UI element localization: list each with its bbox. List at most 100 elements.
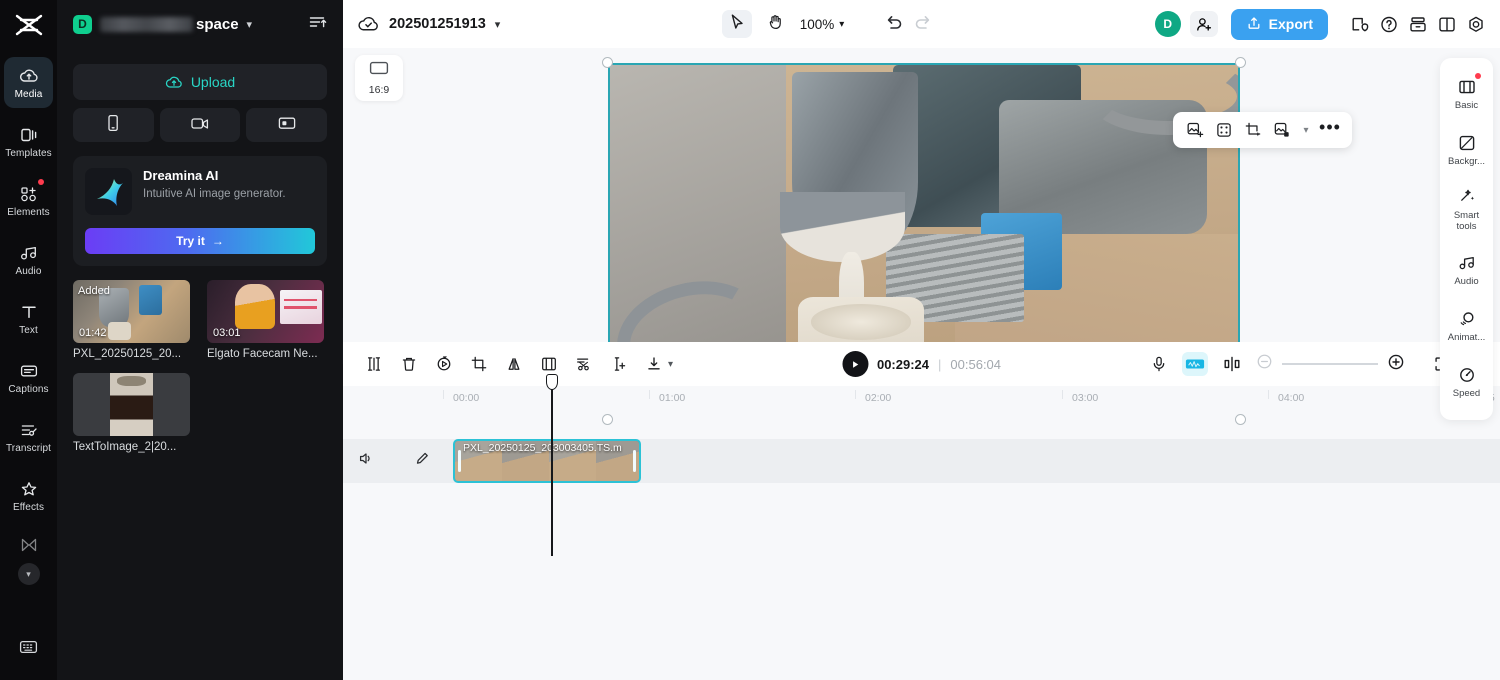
keyboard-shortcuts-icon[interactable] bbox=[19, 639, 38, 660]
playhead-icon[interactable] bbox=[545, 374, 558, 390]
shield-check-icon[interactable] bbox=[1350, 15, 1370, 34]
delete-button[interactable] bbox=[400, 355, 418, 373]
more-menu-button[interactable]: ••• bbox=[1317, 117, 1343, 143]
chevron-down-icon[interactable]: ▾ bbox=[17, 563, 40, 585]
speaker-icon[interactable] bbox=[357, 450, 375, 472]
select-tool-button[interactable] bbox=[721, 10, 752, 38]
split-button[interactable] bbox=[365, 355, 383, 373]
transition-button[interactable] bbox=[1222, 355, 1242, 373]
total-time: 00:56:04 bbox=[950, 356, 1002, 372]
film-strip-icon bbox=[1457, 78, 1477, 96]
transition-icon bbox=[18, 535, 40, 556]
media-item[interactable]: TextToImage_2|20... bbox=[73, 373, 190, 453]
sidebar-item-media[interactable]: Media bbox=[4, 57, 53, 108]
sidebar-item-templates[interactable]: Templates bbox=[4, 116, 53, 167]
zoom-in-button[interactable] bbox=[1387, 353, 1405, 376]
layout-split-icon[interactable] bbox=[1437, 15, 1457, 34]
sidebar-item-audio[interactable]: Audio bbox=[4, 234, 53, 285]
dreamina-promo-card[interactable]: Dreamina AI Intuitive AI image generator… bbox=[73, 156, 327, 266]
freeze-frame-button[interactable] bbox=[540, 355, 558, 373]
download-button[interactable] bbox=[645, 355, 663, 373]
remove-background-button[interactable] bbox=[1269, 117, 1295, 143]
property-tab-label: Speed bbox=[1452, 387, 1481, 399]
track-row[interactable]: PXL_20250125_203003405.TS.m bbox=[343, 439, 1500, 483]
media-duration-badge: 01:42 bbox=[79, 327, 107, 339]
pencil-edit-icon[interactable] bbox=[413, 450, 431, 472]
archive-icon[interactable] bbox=[1408, 15, 1428, 34]
resize-handle-top-left[interactable] bbox=[602, 57, 613, 68]
property-tab-speed[interactable]: Speed bbox=[1440, 354, 1493, 410]
export-button[interactable]: Export bbox=[1230, 8, 1328, 40]
sort-list-icon[interactable] bbox=[308, 14, 327, 35]
zoom-out-button[interactable] bbox=[1256, 353, 1273, 375]
project-name[interactable]: 202501251913 bbox=[389, 16, 486, 32]
sidebar-item-elements[interactable]: Elements bbox=[4, 175, 53, 226]
more-options-chevron[interactable]: ▾ bbox=[1298, 117, 1314, 143]
timeline-clip[interactable]: PXL_20250125_203003405.TS.m bbox=[453, 439, 641, 483]
workspace-avatar[interactable]: D bbox=[73, 14, 92, 34]
undo-arrow-icon[interactable] bbox=[884, 13, 904, 36]
auto-cut-button[interactable] bbox=[575, 355, 593, 373]
redo-arrow-icon[interactable] bbox=[913, 13, 933, 36]
replace-media-button[interactable] bbox=[1182, 117, 1208, 143]
playback-controls: 00:29:24 | 00:56:04 bbox=[841, 351, 1002, 377]
chevron-down-icon[interactable]: ▾ bbox=[495, 18, 501, 31]
media-thumbnail[interactable]: Added 01:42 bbox=[73, 280, 190, 343]
gear-icon[interactable] bbox=[1466, 15, 1486, 34]
property-tab-smart-tools[interactable]: Smart tools bbox=[1440, 178, 1493, 242]
text-t-icon bbox=[18, 301, 40, 322]
property-tab-animation[interactable]: Animat... bbox=[1440, 298, 1493, 354]
media-item[interactable]: 03:01 Elgato Facecam Ne... bbox=[207, 280, 324, 360]
add-person-icon[interactable] bbox=[1189, 11, 1218, 37]
cloud-synced-icon[interactable] bbox=[357, 14, 380, 34]
resize-handle-bottom-right[interactable] bbox=[1235, 414, 1246, 425]
property-tab-audio[interactable]: Audio bbox=[1440, 242, 1493, 298]
sidebar-item-transitions[interactable] bbox=[4, 529, 53, 561]
resize-handle-bottom-left[interactable] bbox=[602, 414, 613, 425]
property-tab-basic[interactable]: Basic bbox=[1440, 66, 1493, 122]
playhead[interactable] bbox=[545, 374, 558, 556]
capcut-logo-icon[interactable] bbox=[14, 14, 44, 41]
keyframe-button[interactable] bbox=[1211, 117, 1237, 143]
timeline-ruler[interactable]: 00:00 01:00 02:00 03:00 04:00 05 bbox=[343, 386, 1500, 412]
sidebar-item-transcript[interactable]: Transcript bbox=[4, 411, 53, 462]
avatar[interactable]: D bbox=[1154, 11, 1181, 37]
sidebar-item-text[interactable]: Text bbox=[4, 293, 53, 344]
media-item[interactable]: Added 01:42 PXL_20250125_20... bbox=[73, 280, 190, 360]
split-right-button[interactable] bbox=[610, 355, 628, 373]
media-thumbnail[interactable]: 03:01 bbox=[207, 280, 324, 343]
zoom-slider-track[interactable] bbox=[1282, 363, 1378, 365]
upload-button[interactable]: Upload bbox=[73, 64, 327, 100]
properties-rail: Basic Backgr... Smart tools Audio Animat… bbox=[1440, 58, 1493, 420]
mirror-button[interactable] bbox=[505, 355, 523, 373]
play-button[interactable] bbox=[841, 351, 868, 377]
record-voiceover-button[interactable] bbox=[1150, 355, 1168, 373]
try-it-button[interactable]: Try it → bbox=[85, 228, 315, 254]
media-thumbnail[interactable] bbox=[73, 373, 190, 436]
sidebar-item-effects[interactable]: Effects bbox=[4, 470, 53, 521]
smart-crop-button[interactable] bbox=[1240, 117, 1266, 143]
crop-button[interactable] bbox=[470, 355, 488, 373]
ruler-tick: 03:00 bbox=[1072, 392, 1099, 404]
download-chevron[interactable]: ▾ bbox=[668, 359, 673, 370]
clip-trim-handle-left[interactable] bbox=[458, 450, 461, 472]
audio-waveform-toggle[interactable] bbox=[1182, 352, 1208, 376]
timeline-zoom-slider[interactable] bbox=[1256, 353, 1405, 376]
upload-from-phone-button[interactable] bbox=[73, 108, 154, 142]
timeline-tracks[interactable]: 00:00 01:00 02:00 03:00 04:00 05 bbox=[343, 374, 1500, 680]
zoom-level-value: 100% bbox=[799, 16, 835, 32]
sidebar-item-captions[interactable]: Captions bbox=[4, 352, 53, 403]
record-screen-button[interactable] bbox=[246, 108, 328, 142]
media-duration-badge: 03:01 bbox=[213, 327, 241, 339]
hand-tool-button[interactable] bbox=[761, 10, 791, 38]
workspace-name-suffix: space bbox=[196, 15, 239, 33]
record-video-button[interactable] bbox=[159, 108, 241, 142]
property-tab-background[interactable]: Backgr... bbox=[1440, 122, 1493, 178]
zoom-level-selector[interactable]: 100% ▾ bbox=[800, 17, 845, 32]
chevron-down-icon[interactable]: ▾ bbox=[247, 18, 253, 31]
help-circle-icon[interactable] bbox=[1379, 15, 1399, 34]
reverse-button[interactable] bbox=[435, 355, 453, 373]
property-tab-label: Smart tools bbox=[1453, 210, 1480, 232]
aspect-ratio-button[interactable]: 16:9 bbox=[355, 55, 403, 101]
resize-handle-top-right[interactable] bbox=[1235, 57, 1246, 68]
